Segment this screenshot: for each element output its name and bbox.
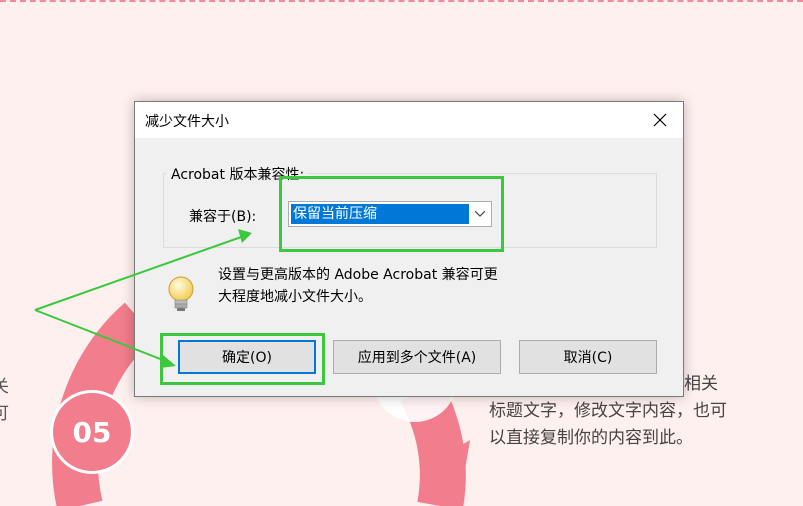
step-number-badge: 05 [50,390,134,474]
highlight-box-select [279,176,504,252]
close-button[interactable] [637,102,683,138]
background-left-text-line: 可 [0,404,9,424]
background-right-text-line: 标题文字，修改文字内容，也可 [489,401,727,421]
background-left-text-line: 关 [0,377,9,397]
close-icon [653,113,667,127]
compatible-with-label: 兼容于(B): [189,209,257,225]
compatibility-info-text: 设置与更高版本的 Adobe Acrobat 兼容可更 大程度地减小文件大小。 [218,264,538,308]
info-text-line: 大程度地减小文件大小。 [218,289,372,305]
info-text-line: 设置与更高版本的 Adobe Acrobat 兼容可更 [218,267,498,283]
background-left-text: 关 可 [0,374,12,428]
cancel-button[interactable]: 取消(C) [519,340,657,374]
lightbulb-icon [168,276,194,311]
apply-to-multiple-button[interactable]: 应用到多个文件(A) [333,340,501,374]
dialog-titlebar: 减少文件大小 [135,102,683,138]
dialog-title: 减少文件大小 [145,114,229,130]
background-right-text-line: 以直接复制你的内容到此。 [489,428,693,448]
highlight-box-ok [160,333,325,385]
